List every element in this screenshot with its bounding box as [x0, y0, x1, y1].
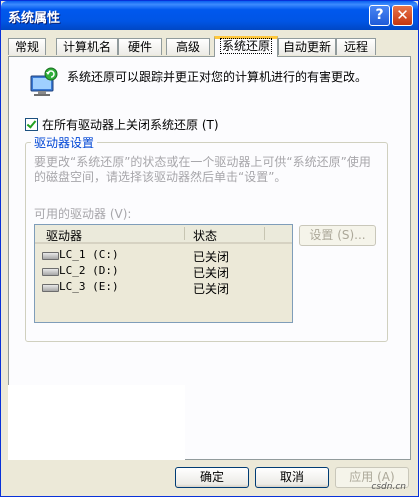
tab-general[interactable]: 常规	[8, 38, 46, 55]
drive-name: LC_2 (D:)	[59, 264, 119, 277]
cancel-button[interactable]: 取消	[255, 467, 329, 488]
watermark: csdn.cn	[371, 482, 406, 492]
tab-automatic-updates[interactable]: 自动更新	[278, 38, 336, 55]
window-title: 系统属性	[8, 11, 61, 26]
system-restore-icon	[30, 67, 58, 96]
drive-status: 已关闭	[193, 282, 230, 296]
drive-name: LC_1 (C:)	[59, 248, 119, 261]
tab-remote[interactable]: 远程	[336, 38, 376, 55]
disable-all-label[interactable]: 在所有驱动器上关闭系统还原 (T)	[42, 118, 219, 132]
drive-row[interactable]: LC_1 (C:) 已关闭	[35, 247, 292, 264]
drive-settings-description: 要更改“系统还原”的状态或在一个驱动器上可供“系统还原”使用的磁盘空间，请选择该…	[34, 155, 371, 184]
disable-all-checkbox[interactable]	[25, 118, 38, 131]
drive-name: LC_3 (E:)	[59, 280, 119, 293]
available-drives-label: 可用的驱动器 (V):	[34, 207, 132, 221]
tab-advanced[interactable]: 高级	[166, 38, 210, 55]
disable-all-row[interactable]: 在所有驱动器上关闭系统还原 (T)	[25, 116, 219, 133]
hard-drive-icon	[42, 252, 59, 260]
column-header-status[interactable]: 状态	[193, 227, 217, 244]
settings-button[interactable]: 设置 (S)...	[299, 225, 376, 246]
tab-system-restore[interactable]: 系统还原	[214, 36, 278, 57]
tab-system-restore-label: 系统还原	[219, 38, 273, 54]
tab-computer-name[interactable]: 计算机名	[56, 38, 118, 55]
hard-drive-icon	[42, 268, 59, 276]
close-button[interactable]: ✕	[392, 5, 413, 26]
ok-button[interactable]: 确定	[175, 467, 249, 488]
intro-text: 系统还原可以跟踪并更正对您的计算机进行的有害更改。	[67, 70, 368, 84]
column-header-drive[interactable]: 驱动器	[46, 227, 82, 244]
title-bar[interactable]: 系统属性 ? ✕	[1, 1, 418, 30]
system-properties-window: 系统属性 ? ✕ 常规 计算机名 硬件 高级 系统还原 自动更新 远程 系统还原…	[0, 0, 419, 497]
hard-drive-icon	[42, 284, 59, 292]
drive-settings-title: 驱动器设置	[31, 134, 98, 151]
drives-list-header: 驱动器 状态	[35, 225, 292, 244]
help-button[interactable]: ?	[369, 5, 390, 26]
blank-area	[8, 385, 185, 460]
tab-hardware[interactable]: 硬件	[118, 38, 162, 55]
drive-row[interactable]: LC_3 (E:) 已关闭	[35, 279, 292, 296]
column-separator[interactable]	[184, 227, 185, 240]
drive-row[interactable]: LC_2 (D:) 已关闭	[35, 263, 292, 280]
drives-list[interactable]: 驱动器 状态 LC_1 (C:) 已关闭 LC_2 (D:) 已关闭 LC_3 …	[34, 224, 293, 323]
column-separator[interactable]	[264, 227, 265, 240]
